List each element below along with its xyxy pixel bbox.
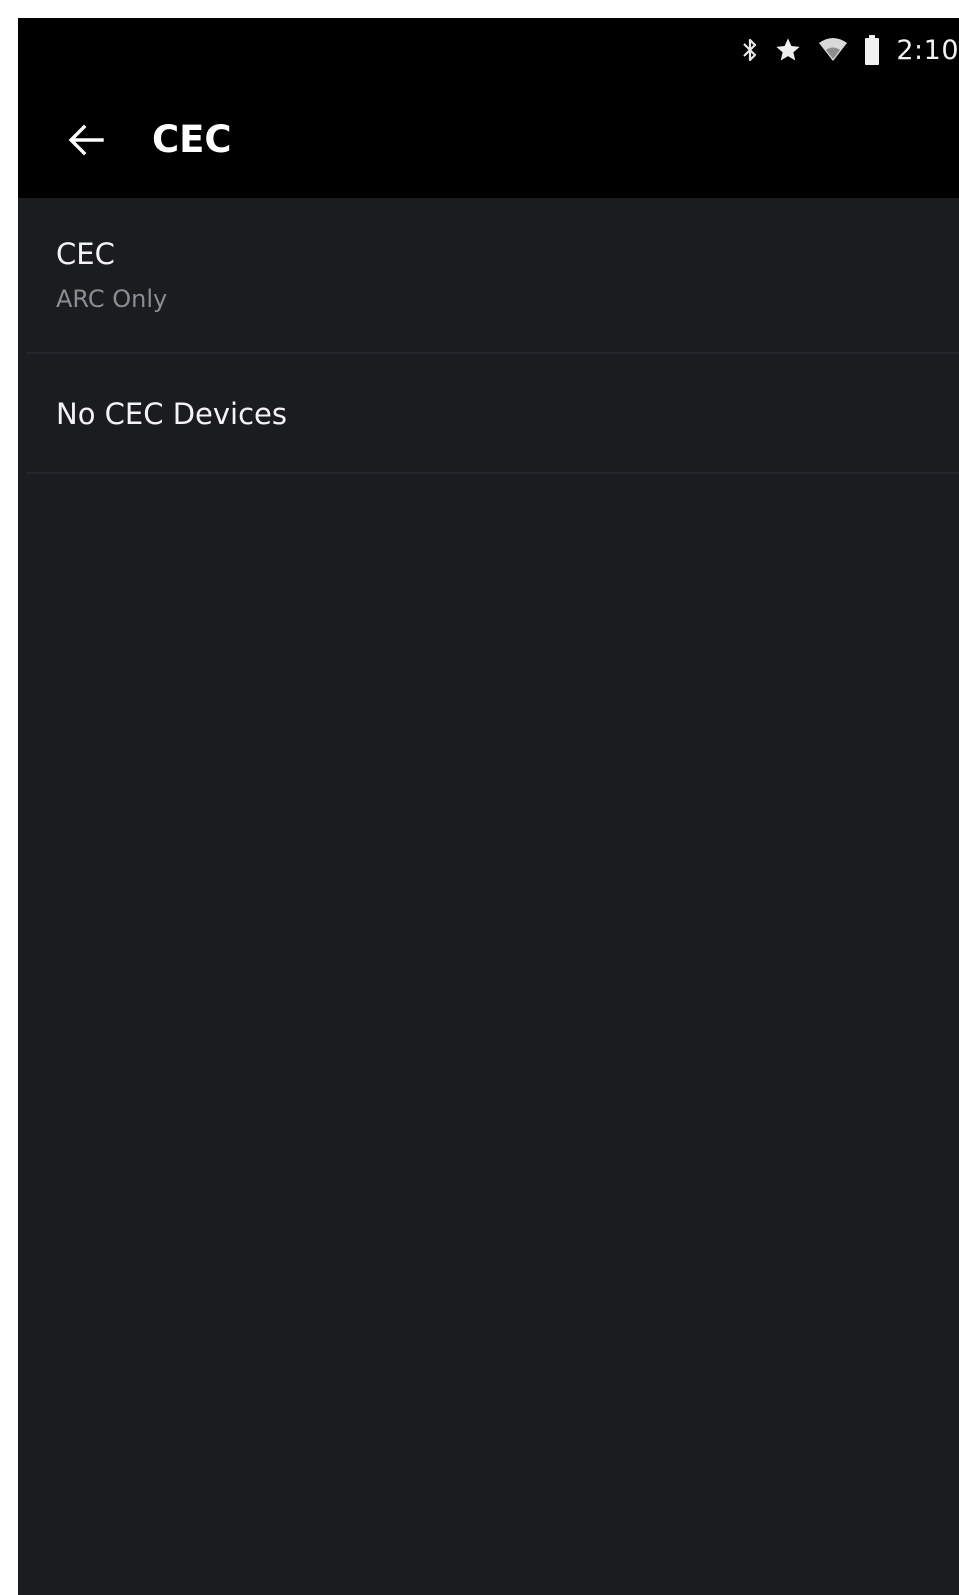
phone-screen: 2:10 CEC CEC ARC Only No CEC Devices	[18, 18, 959, 1595]
status-icons: 2:10	[742, 32, 959, 68]
app-bar: CEC	[18, 82, 959, 198]
cec-devices-item[interactable]: No CEC Devices	[26, 354, 959, 474]
cec-devices-label: No CEC Devices	[56, 397, 287, 431]
bluetooth-icon	[742, 37, 758, 63]
cec-setting-title: CEC	[56, 237, 115, 271]
battery-icon	[864, 35, 880, 65]
cec-setting-value: ARC Only	[56, 285, 168, 313]
star-icon	[774, 36, 802, 64]
settings-list: CEC ARC Only No CEC Devices	[18, 198, 959, 1595]
cec-setting-item[interactable]: CEC ARC Only	[26, 198, 959, 354]
back-button[interactable]	[58, 116, 114, 164]
status-time: 2:10	[896, 34, 959, 66]
wifi-icon	[818, 37, 848, 63]
page-title: CEC	[152, 118, 232, 161]
status-bar: 2:10	[18, 18, 959, 82]
arrow-back-icon	[68, 124, 104, 156]
